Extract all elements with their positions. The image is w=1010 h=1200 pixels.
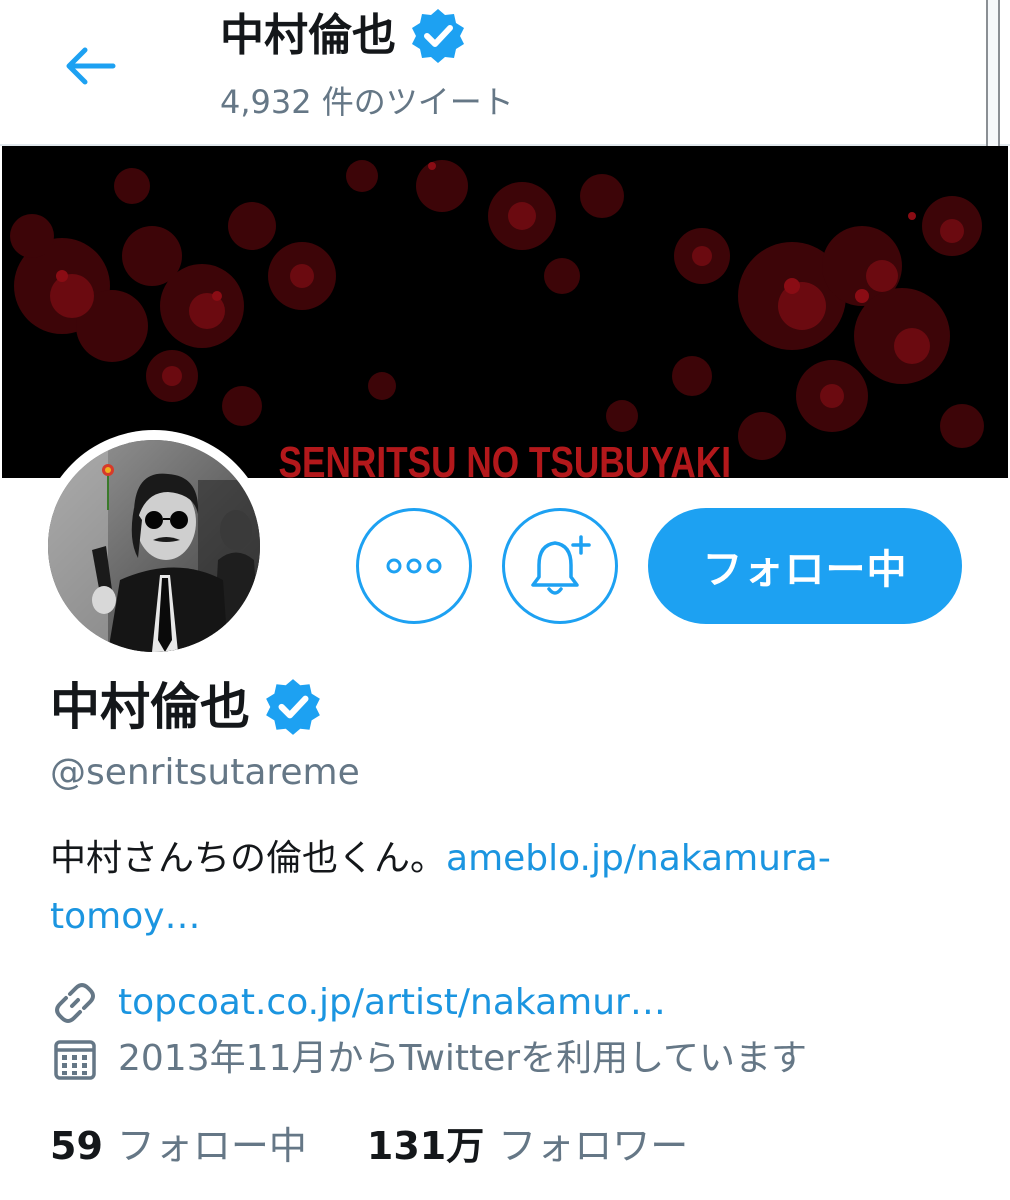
followers-stat[interactable]: 131万 フォロワー — [367, 1120, 688, 1172]
following-button[interactable]: フォロー中 — [648, 508, 962, 624]
profile-name-row: 中村倫也 — [50, 672, 324, 742]
followers-label: フォロワー — [498, 1124, 689, 1168]
website-link[interactable]: topcoat.co.jp/artist/nakamur… — [118, 978, 666, 1028]
followers-count: 131万 — [366, 1124, 485, 1168]
bio-text: 中村さんちの倫也くん。 — [50, 838, 447, 879]
header-title: 中村倫也 — [220, 6, 468, 66]
profile-joined-date: 2013年11月からTwitterを利用しています — [50, 1034, 807, 1084]
verified-badge-icon — [412, 9, 464, 63]
avatar-portrait-graphic — [48, 440, 260, 652]
bell-plus-icon — [531, 535, 591, 595]
arrow-left-icon — [66, 47, 116, 85]
joined-text: 2013年11月からTwitterを利用しています — [118, 1038, 808, 1079]
profile-header: 中村倫也 4,932 件のツイート — [0, 0, 1010, 146]
following-stat[interactable]: 59 フォロー中 — [50, 1120, 307, 1172]
profile-stats: 59 フォロー中 131万 フォロワー — [50, 1120, 688, 1172]
following-label: フォロー中 — [116, 1124, 307, 1168]
profile-bio: 中村さんちの倫也くん。ameblo.jp/nakamura-tomoy… — [50, 830, 960, 946]
tweet-count: 4,932 件のツイート — [220, 83, 514, 121]
blood-splatter-graphic — [10, 160, 984, 460]
avatar[interactable] — [38, 430, 270, 662]
profile-handle: @senritsutareme — [50, 752, 360, 793]
profile-website: topcoat.co.jp/artist/nakamur… — [50, 978, 666, 1028]
calendar-icon — [50, 1034, 100, 1084]
avatar-photo — [48, 440, 260, 652]
more-dots-icon — [386, 558, 442, 574]
back-button[interactable] — [58, 38, 124, 94]
link-icon — [50, 978, 100, 1028]
profile-banner[interactable]: SENRITSU NO TSUBUYAKI — [2, 146, 1008, 478]
following-count: 59 — [50, 1124, 103, 1168]
more-button[interactable] — [356, 508, 472, 624]
profile-name: 中村倫也 — [50, 678, 250, 736]
verified-badge-icon — [266, 679, 320, 735]
header-name: 中村倫也 — [220, 10, 396, 61]
scrollbar[interactable] — [986, 0, 1000, 166]
notifications-button[interactable] — [502, 508, 618, 624]
